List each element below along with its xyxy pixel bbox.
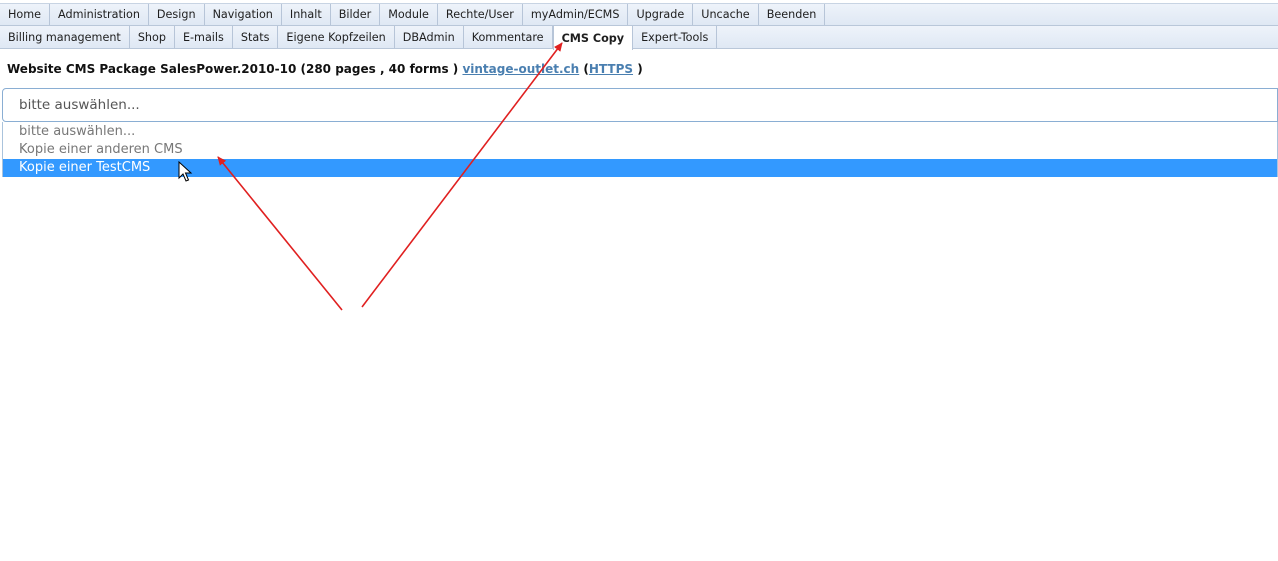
subnav-cms-copy[interactable]: CMS Copy — [552, 26, 634, 50]
nav-home[interactable]: Home — [0, 4, 51, 25]
secondary-nav: Billing management Shop E-mails Stats Ei… — [0, 26, 1278, 50]
nav-myadmin-ecms[interactable]: myAdmin/ECMS — [523, 4, 629, 25]
subnav-billing-management[interactable]: Billing management — [0, 26, 130, 48]
nav-rechte-user[interactable]: Rechte/User — [438, 4, 523, 25]
subnav-e-mails[interactable]: E-mails — [175, 26, 233, 48]
page: Home Administration Design Navigation In… — [0, 0, 1278, 561]
nav-navigation[interactable]: Navigation — [205, 4, 282, 25]
domain-link[interactable]: vintage-outlet.ch — [462, 62, 579, 76]
subnav-stats[interactable]: Stats — [233, 26, 279, 48]
nav-uncache[interactable]: Uncache — [693, 4, 759, 25]
copy-type-options: bitte auswählen... Kopie einer anderen C… — [2, 122, 1278, 177]
subnav-expert-tools[interactable]: Expert-Tools — [633, 26, 718, 48]
nav-design[interactable]: Design — [149, 4, 205, 25]
annotation-overlay — [178, 42, 563, 311]
nav-bilder[interactable]: Bilder — [331, 4, 381, 25]
subnav-kommentare[interactable]: Kommentare — [464, 26, 553, 48]
package-info-text: Website CMS Package SalesPower.2010-10 (… — [7, 62, 459, 76]
annotation-arrow-to-option — [217, 156, 343, 311]
option-kopie-anderen-cms[interactable]: Kopie einer anderen CMS — [3, 141, 1277, 159]
nav-inhalt[interactable]: Inhalt — [282, 4, 331, 25]
nav-administration[interactable]: Administration — [50, 4, 149, 25]
option-kopie-testcms[interactable]: Kopie einer TestCMS — [3, 159, 1277, 177]
primary-nav: Home Administration Design Navigation In… — [0, 3, 1278, 26]
subnav-eigene-kopfzeilen[interactable]: Eigene Kopfzeilen — [278, 26, 395, 48]
copy-type-select[interactable]: bitte auswählen... — [2, 88, 1278, 122]
nav-module[interactable]: Module — [380, 4, 438, 25]
nav-beenden[interactable]: Beenden — [759, 4, 826, 25]
option-bitte-auswaehlen[interactable]: bitte auswählen... — [3, 123, 1277, 141]
https-link[interactable]: HTTPS — [589, 62, 633, 76]
package-info: Website CMS Package SalesPower.2010-10 (… — [7, 62, 643, 76]
close-paren: ) — [637, 62, 643, 76]
subnav-shop[interactable]: Shop — [130, 26, 175, 48]
nav-upgrade[interactable]: Upgrade — [628, 4, 694, 25]
subnav-dbadmin[interactable]: DBAdmin — [395, 26, 464, 48]
